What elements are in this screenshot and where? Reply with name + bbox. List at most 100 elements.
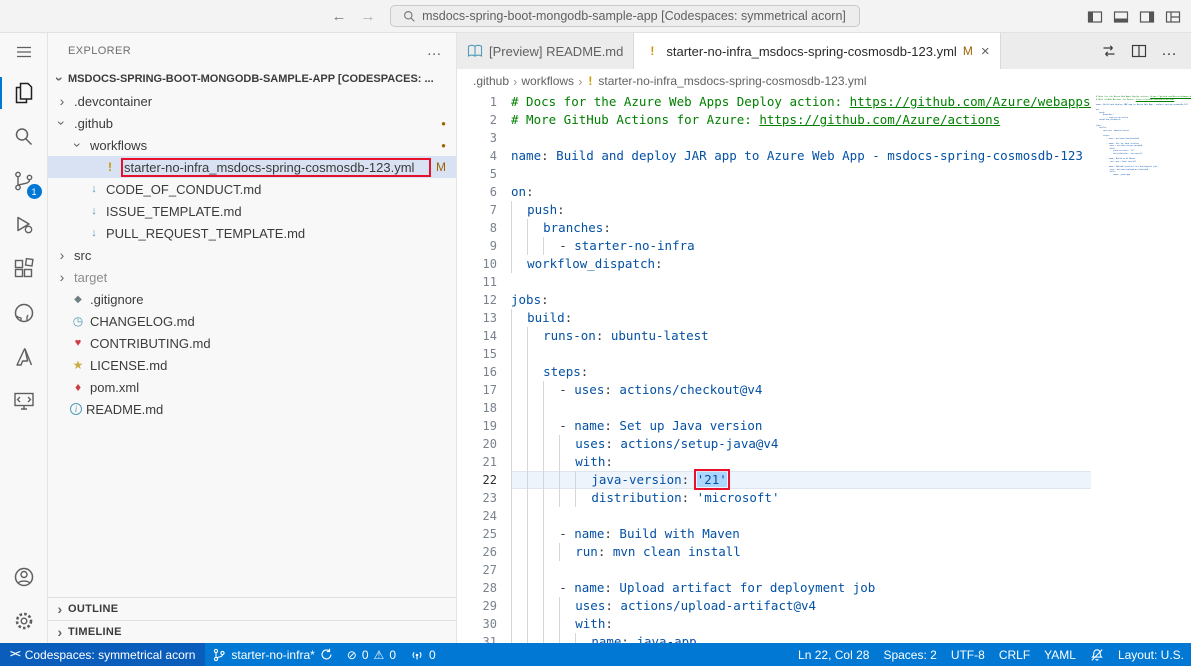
status-encoding[interactable]: UTF-8 bbox=[944, 643, 992, 666]
ports-broadcast-icon bbox=[410, 648, 424, 662]
tree-item--github[interactable]: ›.github● bbox=[48, 112, 456, 134]
status-keyboard-layout[interactable]: Layout: U.S. bbox=[1111, 643, 1191, 666]
line-number: 27 bbox=[457, 561, 497, 579]
code-line-16: 16 steps: bbox=[457, 363, 1191, 381]
nav-forward-button[interactable]: → bbox=[361, 8, 376, 25]
breadcrumb-item[interactable]: workflows bbox=[521, 74, 574, 88]
toggle-primary-sidebar-icon[interactable] bbox=[1087, 9, 1103, 25]
line-number: 3 bbox=[457, 129, 497, 147]
tree-item-starter-no-infra-msdocs-spring-cosmosdb-123-yml[interactable]: !starter-no-infra_msdocs-spring-cosmosdb… bbox=[48, 156, 456, 178]
tree-item-label: src bbox=[74, 248, 91, 263]
tree-item-label: .github bbox=[74, 116, 113, 131]
status-indentation[interactable]: Spaces: 2 bbox=[876, 643, 943, 666]
explorer-sidebar: EXPLORER … › MSDOCS-SPRING-BOOT-MONGODB-… bbox=[48, 33, 457, 643]
modified-badge: M bbox=[963, 44, 973, 58]
scm-badge: 1 bbox=[27, 184, 42, 199]
activity-explorer[interactable] bbox=[0, 71, 48, 115]
code-line-19: 19 - name: Set up Java version bbox=[457, 417, 1191, 435]
tree-item-license-md[interactable]: ★LICENSE.md bbox=[48, 354, 456, 376]
tab-readme-preview[interactable]: [Preview] README.md bbox=[457, 33, 634, 69]
breadcrumb: .github›workflows›!starter-no-infra_msdo… bbox=[457, 69, 1191, 93]
code-line-22: 22 java-version: '21' bbox=[457, 471, 1191, 489]
tab-yaml-file[interactable]: !starter-no-infra_msdocs-spring-cosmosdb… bbox=[634, 33, 1000, 69]
outline-section[interactable]: › OUTLINE bbox=[48, 597, 456, 620]
command-center-search[interactable]: msdocs-spring-boot-mongodb-sample-app [C… bbox=[390, 5, 860, 27]
tree-item-label: CODE_OF_CONDUCT.md bbox=[106, 182, 261, 197]
explorer-more-actions-icon[interactable]: … bbox=[427, 42, 442, 59]
settings-gear-icon[interactable] bbox=[0, 599, 48, 643]
tree-item-target[interactable]: ›target bbox=[48, 266, 456, 288]
customize-layout-icon[interactable] bbox=[1165, 9, 1181, 25]
status-ports[interactable]: 0 bbox=[403, 643, 443, 666]
tree-item-readme-md[interactable]: iREADME.md bbox=[48, 398, 456, 420]
tree-item-label: CHANGELOG.md bbox=[90, 314, 195, 329]
errors-count: 0 bbox=[362, 648, 369, 662]
status-branch[interactable]: starter-no-infra* bbox=[205, 643, 339, 666]
menu-button[interactable] bbox=[0, 33, 48, 71]
tree-item-issue-template-md[interactable]: ↓ISSUE_TEMPLATE.md bbox=[48, 200, 456, 222]
line-number: 25 bbox=[457, 525, 497, 543]
code-line-29: 29 uses: actions/upload-artifact@v4 bbox=[457, 597, 1191, 615]
status-remote[interactable]: >< Codespaces: symmetrical acorn bbox=[0, 643, 205, 666]
nav-back-button[interactable]: ← bbox=[332, 8, 347, 25]
tree-item-contributing-md[interactable]: ♥CONTRIBUTING.md bbox=[48, 332, 456, 354]
explorer-header: EXPLORER … bbox=[48, 33, 456, 68]
toggle-secondary-sidebar-icon[interactable] bbox=[1139, 9, 1155, 25]
close-icon[interactable]: × bbox=[981, 43, 990, 60]
minimap[interactable]: # Docs for the Azure Web Apps Deploy act… bbox=[1091, 93, 1191, 643]
status-problems[interactable]: ⊘ 0 ⚠ 0 bbox=[340, 643, 403, 666]
tree-item-label: target bbox=[74, 270, 107, 285]
remote-indicator-icon: >< bbox=[10, 649, 20, 660]
tab-bar-row: [Preview] README.md!starter-no-infra_msd… bbox=[457, 33, 1191, 69]
tree-item-src[interactable]: ›src bbox=[48, 244, 456, 266]
open-changes-icon[interactable] bbox=[1101, 43, 1117, 59]
split-editor-icon[interactable] bbox=[1131, 43, 1147, 59]
code-line-6: 6on: bbox=[457, 183, 1191, 201]
tree-item-label: .gitignore bbox=[90, 292, 143, 307]
chevron-right-icon: › bbox=[52, 624, 68, 640]
tree-item-pull-request-template-md[interactable]: ↓PULL_REQUEST_TEMPLATE.md bbox=[48, 222, 456, 244]
line-number: 15 bbox=[457, 345, 497, 363]
activity-remote-explorer[interactable] bbox=[0, 379, 48, 423]
status-eol[interactable]: CRLF bbox=[992, 643, 1037, 666]
tree-item-label: LICENSE.md bbox=[90, 358, 167, 373]
activity-run-debug[interactable] bbox=[0, 203, 48, 247]
status-cursor-position[interactable]: Ln 22, Col 28 bbox=[791, 643, 876, 666]
line-number: 1 bbox=[457, 93, 497, 111]
status-language[interactable]: YAML bbox=[1037, 643, 1083, 666]
workspace-root-label: MSDOCS-SPRING-BOOT-MONGODB-SAMPLE-APP [C… bbox=[68, 73, 434, 85]
activity-github[interactable] bbox=[0, 291, 48, 335]
tree-item-label: PULL_REQUEST_TEMPLATE.md bbox=[106, 226, 305, 241]
line-number: 6 bbox=[457, 183, 497, 201]
line-number: 23 bbox=[457, 489, 497, 507]
code-line-17: 17 - uses: actions/checkout@v4 bbox=[457, 381, 1191, 399]
timeline-section[interactable]: › TIMELINE bbox=[48, 620, 456, 643]
code-line-26: 26 run: mvn clean install bbox=[457, 543, 1191, 561]
tree-item-code-of-conduct-md[interactable]: ↓CODE_OF_CONDUCT.md bbox=[48, 178, 456, 200]
code-line-8: 8 branches: bbox=[457, 219, 1191, 237]
status-notifications[interactable] bbox=[1083, 643, 1111, 666]
activity-source-control[interactable]: 1 bbox=[0, 159, 48, 203]
more-actions-icon[interactable]: … bbox=[1161, 42, 1177, 60]
tree-item-changelog-md[interactable]: ◷CHANGELOG.md bbox=[48, 310, 456, 332]
code-line-5: 5 bbox=[457, 165, 1191, 183]
breadcrumb-item[interactable]: starter-no-infra_msdocs-spring-cosmosdb-… bbox=[598, 74, 866, 88]
tree-item--devcontainer[interactable]: ›.devcontainer bbox=[48, 90, 456, 112]
keyboard-layout-label: Layout: U.S. bbox=[1118, 648, 1184, 662]
status-bar: >< Codespaces: symmetrical acorn starter… bbox=[0, 643, 1191, 666]
toggle-panel-icon[interactable] bbox=[1113, 9, 1129, 25]
activity-search[interactable] bbox=[0, 115, 48, 159]
activity-extensions[interactable] bbox=[0, 247, 48, 291]
breadcrumb-item[interactable]: .github bbox=[473, 74, 509, 88]
line-number: 26 bbox=[457, 543, 497, 561]
editor[interactable]: 1 # Docs for the Azure Web Apps Deploy ac… bbox=[457, 93, 1191, 643]
tree-item--gitignore[interactable]: ◆.gitignore bbox=[48, 288, 456, 310]
tree-item-pom-xml[interactable]: ♦pom.xml bbox=[48, 376, 456, 398]
line-number: 20 bbox=[457, 435, 497, 453]
chevron-down-icon: › bbox=[70, 137, 86, 153]
workspace-root-folder[interactable]: › MSDOCS-SPRING-BOOT-MONGODB-SAMPLE-APP … bbox=[48, 68, 456, 90]
activity-azure[interactable] bbox=[0, 335, 48, 379]
tree-item-workflows[interactable]: ›workflows● bbox=[48, 134, 456, 156]
chevron-right-icon: › bbox=[52, 601, 68, 617]
account-button[interactable] bbox=[0, 555, 48, 599]
